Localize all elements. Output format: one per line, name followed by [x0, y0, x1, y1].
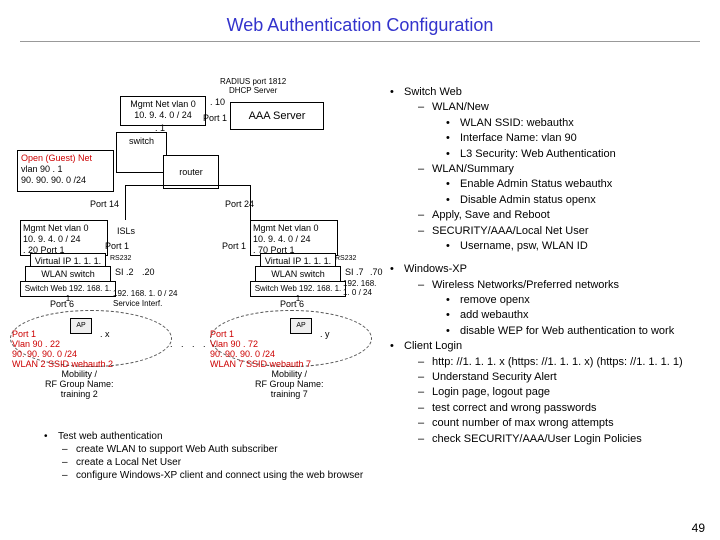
- page-title: Web Authentication Configuration: [0, 0, 720, 41]
- slide-number: 49: [692, 521, 705, 535]
- guest-subnet: 90. 90. 90. 0 /24: [21, 175, 86, 185]
- switch-box: switch: [116, 132, 167, 173]
- b-cl: Client Login: [404, 340, 462, 352]
- aaa-server-box: AAA Server: [230, 102, 324, 130]
- rap5: Mobility /: [272, 369, 308, 379]
- guest-box: Open (Guest) Net vlan 90 . 1 90. 90. 90.…: [17, 150, 114, 192]
- b-cl1: http: //1. 1. 1. x (https: //1. 1. 1. x)…: [418, 355, 710, 370]
- l-rs232: RS232: [110, 255, 131, 263]
- rap6: RF Group Name:: [255, 379, 324, 389]
- rap4: WLAN 7 SSID webauth 7: [210, 359, 311, 369]
- instructions: Switch Web WLAN/New WLAN SSID: webauthx …: [390, 85, 710, 447]
- b-xp1: Wireless Networks/Preferred networks: [432, 279, 619, 291]
- l-mgmt1: Mgmt Net vlan 0: [23, 223, 89, 233]
- r-si70: .70: [370, 268, 383, 278]
- mgmt-top-box: Mgmt Net vlan 0 10. 9. 4. 0 / 24: [120, 96, 206, 126]
- b-xp: Windows-XP: [404, 263, 467, 275]
- r-subnet: 192. 168. 1. 0 / 24: [343, 280, 380, 298]
- mgmt-line2: 10. 9. 4. 0 / 24: [134, 110, 192, 120]
- l-port1: Port 1: [105, 242, 129, 252]
- lap4: WLAN 2 SSID webauth 2: [12, 359, 113, 369]
- lap5: Mobility /: [62, 369, 98, 379]
- switch-label: switch: [129, 136, 154, 146]
- l-svcif: Service Interf.: [113, 300, 162, 309]
- network-diagram: RADIUS port 1812 DHCP Server AAA Server …: [0, 50, 380, 490]
- b-cl6: check SECURITY/AAA/User Login Policies: [418, 432, 710, 447]
- test-i2: create a Local Net User: [76, 456, 380, 469]
- l-web: Switch Web 192. 168. 1. 1: [20, 281, 116, 297]
- r-mgmt2: 10. 9. 4. 0 / 24: [253, 234, 311, 244]
- l-si2: SI .2: [115, 268, 134, 278]
- l-subnet: 192. 168. 1. 0 / 24: [113, 290, 178, 299]
- mgmt-line1: Mgmt Net vlan 0: [130, 99, 196, 109]
- left-mobility: Mobility / RF Group Name: training 2: [45, 370, 114, 400]
- lap6: RF Group Name:: [45, 379, 114, 389]
- b-wn1: WLAN SSID: webauthx: [446, 116, 710, 131]
- b-wn3: L3 Security: Web Authentication: [446, 147, 710, 162]
- b-xp1b: add webauthx: [446, 308, 710, 323]
- b-cl4: test correct and wrong passwords: [418, 401, 710, 416]
- rap3: 90. 90. 90. 0 /24: [210, 349, 275, 359]
- dotted-link: . . . . .: [170, 340, 220, 350]
- l-mgmt2: 10. 9. 4. 0 / 24: [23, 234, 81, 244]
- guest-title: Open (Guest) Net: [21, 153, 92, 163]
- b-xp1a: remove openx: [446, 293, 710, 308]
- test-i1: create WLAN to support Web Auth subscrib…: [76, 443, 380, 456]
- b-ws2: Disable Admin status openx: [446, 193, 710, 208]
- b-ws: WLAN/Summary: [432, 163, 514, 175]
- test-head: Test web authentication: [58, 431, 163, 442]
- b-sec1: Username, psw, WLAN ID: [446, 239, 710, 254]
- right-mobility: Mobility / RF Group Name: training 7: [255, 370, 324, 400]
- lap1: Port 1: [12, 329, 36, 339]
- lap2: Vlan 90 . 22: [12, 339, 60, 349]
- test-web-auth: Test web authentication create WLAN to s…: [40, 430, 380, 482]
- router-label: router: [179, 167, 203, 177]
- router-box: router: [163, 155, 219, 189]
- lap7: training 2: [61, 389, 98, 399]
- test-i3: configure Windows-XP client and connect …: [76, 469, 380, 482]
- r-web: Switch Web 192. 168. 1. 1: [250, 281, 346, 297]
- dot10: . 10: [210, 98, 225, 108]
- l-si20: .20: [142, 268, 155, 278]
- isls: ISLs: [117, 227, 135, 237]
- divider: [20, 41, 700, 42]
- b-cl2: Understand Security Alert: [418, 370, 710, 385]
- guest-dot1: . 1: [53, 164, 63, 174]
- b-sec: SECURITY/AAA/Local Net User: [432, 225, 589, 237]
- l-port6: Port 6: [50, 300, 74, 310]
- b-wn2: Interface Name: vlan 90: [446, 131, 710, 146]
- guest-vlan: vlan 90: [21, 164, 50, 174]
- b-ws1: Enable Admin Status webauthx: [446, 177, 710, 192]
- b-cl3: Login page, logout page: [418, 385, 710, 400]
- rap7: training 7: [271, 389, 308, 399]
- right-doty: . y: [320, 330, 330, 340]
- port14: Port 14: [90, 200, 119, 210]
- b-xp1c: disable WEP for Web authentication to wo…: [446, 324, 710, 339]
- radius-label: RADIUS port 1812 DHCP Server: [220, 78, 286, 96]
- lap3: 90. 90. 90. 0 /24: [12, 349, 77, 359]
- b-sw: Switch Web: [404, 86, 462, 98]
- b-apr: Apply, Save and Reboot: [418, 208, 710, 223]
- r-rs232: RS232: [335, 255, 356, 263]
- b-wn: WLAN/New: [432, 101, 489, 113]
- r-port1: Port 1: [222, 242, 246, 252]
- right-ap-text: Port 1 Vlan 90 . 72 90. 90. 90. 0 /24 WL…: [210, 330, 311, 370]
- right-mgmt: Mgmt Net vlan 0 10. 9. 4. 0 / 24 . 70 Po…: [250, 220, 338, 256]
- left-ap-text: Port 1 Vlan 90 . 22 90. 90. 90. 0 /24 WL…: [12, 330, 113, 370]
- rap1: Port 1: [210, 329, 234, 339]
- left-mgmt: Mgmt Net vlan 0 10. 9. 4. 0 / 24 . 20 Po…: [20, 220, 108, 256]
- r-si7: SI .7: [345, 268, 364, 278]
- port1-top: Port 1: [203, 114, 227, 124]
- r-mgmt1: Mgmt Net vlan 0: [253, 223, 319, 233]
- b-cl5: count number of max wrong attempts: [418, 416, 710, 431]
- r-port6: Port 6: [280, 300, 304, 310]
